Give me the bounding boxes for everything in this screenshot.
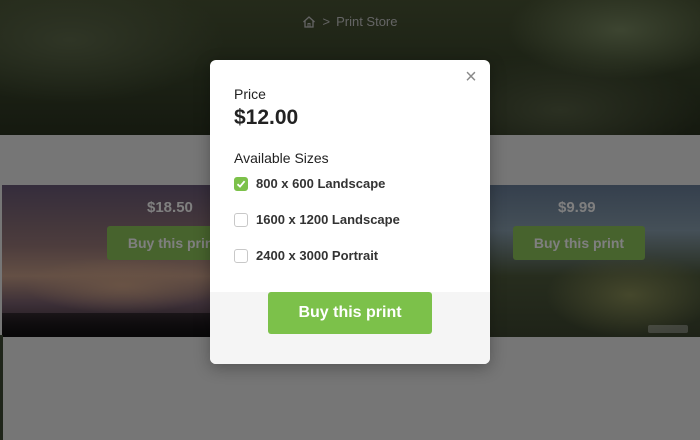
modal-footer: Buy this print xyxy=(210,292,490,364)
checkbox-icon[interactable] xyxy=(234,212,248,227)
buy-print-modal: × Price $12.00 Available Sizes 800 x 600… xyxy=(210,60,490,364)
size-option-800x600[interactable]: 800 x 600 Landscape xyxy=(234,176,385,191)
size-option-label: 800 x 600 Landscape xyxy=(256,176,386,191)
price-value: $12.00 xyxy=(234,106,299,129)
size-option-1600x1200[interactable]: 1600 x 1200 Landscape xyxy=(234,212,400,227)
size-option-label: 1600 x 1200 Landscape xyxy=(256,212,400,227)
buy-print-button[interactable]: Buy this print xyxy=(268,292,432,334)
close-icon[interactable]: × xyxy=(462,67,480,87)
size-option-label: 2400 x 3000 Portrait xyxy=(256,248,379,263)
size-option-2400x3000[interactable]: 2400 x 3000 Portrait xyxy=(234,248,378,263)
available-sizes-label: Available Sizes xyxy=(234,150,329,166)
checkbox-checked-icon[interactable] xyxy=(234,176,248,191)
checkbox-icon[interactable] xyxy=(234,248,248,263)
price-label: Price xyxy=(234,86,266,102)
